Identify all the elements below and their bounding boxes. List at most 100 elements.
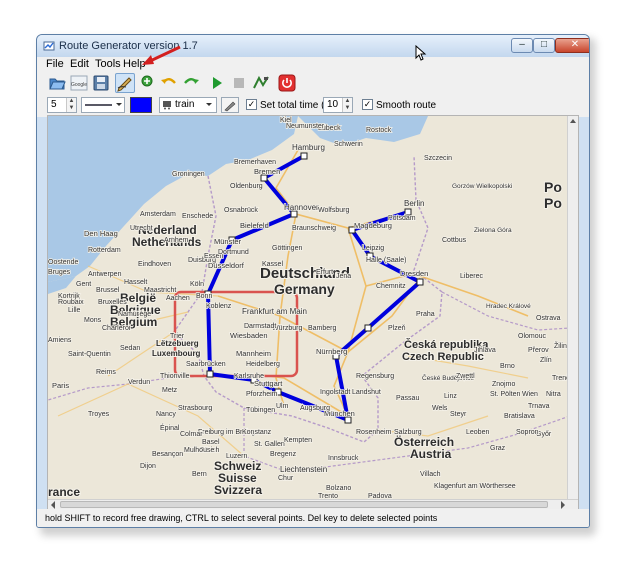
picker-icon (224, 101, 236, 112)
vertical-scrollbar[interactable] (567, 116, 578, 510)
app-window: Route Generator version 1.7 – □ ✕ File E… (36, 34, 590, 528)
map-label-villach: Villach (420, 471, 441, 478)
map-label-france: rance (48, 485, 80, 499)
map-label-colmar: Colmar (180, 431, 203, 438)
play-button[interactable] (207, 73, 227, 93)
map-label-prerov: Přerov (528, 347, 549, 354)
map-label-letzebuerg: Lëtzebuerg (156, 339, 199, 348)
map-label-szczecin: Szczecin (424, 155, 452, 162)
color-swatch-fill (131, 98, 151, 112)
set-total-time-checkbox[interactable]: ✓ (246, 99, 257, 110)
add-point-button[interactable] (137, 73, 157, 93)
map-label-saint-quentin: Saint-Quentin (68, 351, 111, 358)
map-label-magdeburg: Magdeburg (354, 221, 392, 230)
redo-button[interactable] (181, 73, 201, 93)
maximize-button[interactable]: □ (533, 38, 555, 53)
map-label-po: Po (544, 179, 562, 195)
total-time-field[interactable]: 10 ▲ ▼ (323, 97, 353, 113)
line-style-select[interactable] (81, 97, 125, 113)
map-label-czech: Czech Republic (402, 351, 484, 363)
close-button[interactable]: ✕ (555, 38, 589, 53)
line-style-icon (85, 103, 122, 106)
map-label-antwerpen: Antwerpen (88, 271, 122, 278)
color-swatch[interactable] (130, 97, 152, 113)
map-label-gorzow: Gorzów Wielkopolski (452, 183, 512, 190)
map-label-nuernberg: Nürnberg (316, 347, 347, 356)
add-point-icon (141, 75, 153, 87)
google-button[interactable]: Google (69, 73, 89, 93)
menu-file[interactable]: File (46, 58, 64, 70)
map-label-liechtenstein: Liechtenstein (280, 465, 327, 474)
map-label-bruges: Bruges (48, 269, 71, 276)
pick-tool-button[interactable] (221, 97, 239, 113)
horizontal-scroll-thumb[interactable] (60, 501, 548, 508)
line-width-field[interactable]: 5 ▲ ▼ (47, 97, 77, 113)
save-button[interactable] (91, 73, 111, 93)
map-label-rostock: Rostock (366, 127, 392, 134)
map-label-germany: Germany (274, 281, 335, 297)
map-label-aachen: Aachen (166, 295, 190, 302)
map-label-ostrava: Ostrava (536, 315, 561, 322)
total-time-spinner[interactable]: ▲ ▼ (342, 98, 352, 112)
map-label-bern: Bern (192, 471, 207, 478)
status-text: hold SHIFT to record free drawing, CTRL … (45, 513, 438, 523)
menu-tools[interactable]: Tools (95, 58, 121, 70)
map-label-zwettl: Zwettl (456, 373, 475, 380)
route-point[interactable] (364, 324, 372, 332)
map-label-pol: Po (544, 195, 562, 211)
mouse-cursor-icon (415, 45, 427, 61)
undo-button[interactable] (159, 73, 179, 93)
minimize-icon: – (519, 39, 525, 50)
map-label-svizzera: Svizzera (214, 483, 262, 497)
map-label-hradec: Hradec Králové (486, 303, 531, 310)
scroll-up-icon[interactable] (568, 116, 578, 126)
map-label-verdun: Verdun (128, 379, 150, 386)
map-label-st-polten: St. Pölten (490, 391, 520, 398)
map-label-roubaix: Roubaix (58, 299, 84, 306)
map-label-st-gallen: St. Gallen (254, 441, 285, 448)
map-label-neumunster: Neumunster (286, 123, 325, 130)
open-button[interactable] (47, 73, 67, 93)
map-label-linz: Linz (444, 393, 457, 400)
stop-button[interactable] (229, 73, 249, 93)
power-button[interactable] (277, 73, 297, 93)
map-label-hamburg: Hamburg (292, 143, 325, 152)
map-label-troyes: Troyes (88, 411, 110, 418)
minimize-button[interactable]: – (511, 38, 533, 53)
line-width-spinner[interactable]: ▲ ▼ (66, 98, 76, 112)
map-label-wels: Wels (432, 405, 448, 412)
map-label-tubingen: Tübingen (246, 407, 275, 414)
map-label-frankfurt: Frankfurt am Main (242, 307, 307, 316)
map-view[interactable]: Hamburg Bremen Hannover Berlin Münster Bielef… (47, 115, 579, 511)
route-point[interactable] (206, 370, 214, 378)
save-icon (93, 75, 109, 91)
undo-icon (161, 78, 176, 84)
map-canvas[interactable]: Hamburg Bremen Hannover Berlin Münster Bielef… (48, 116, 576, 501)
map-label-olomouc: Olomouc (518, 333, 547, 340)
menu-edit[interactable]: Edit (70, 58, 89, 70)
map-label-brussel: Brussel (96, 287, 120, 294)
map-label-bolzano: Bolzano (326, 485, 351, 492)
transport-select[interactable]: train (159, 97, 217, 113)
map-label-bratislava: Bratislava (504, 413, 535, 420)
map-label-schwerin: Schwerin (334, 141, 363, 148)
map-label-groningen: Groningen (172, 171, 205, 178)
draw-button[interactable] (115, 73, 135, 93)
transport-value: train (175, 99, 195, 110)
map-label-brno: Brno (500, 363, 515, 370)
route-point[interactable] (300, 152, 308, 160)
redo-icon (184, 78, 199, 84)
route-flag-button[interactable] (251, 73, 271, 93)
map-label-pforzheim: Pforzheim (246, 391, 278, 398)
play-icon (213, 77, 222, 89)
map-label-wolfsburg: Wolfsburg (318, 207, 349, 214)
map-label-liberec: Liberec (460, 273, 483, 280)
route-point[interactable] (416, 278, 424, 286)
map-label-potsdam: Potsdam (388, 215, 416, 222)
line-width-value: 5 (51, 99, 57, 110)
map-label-osnabruck: Osnabrück (224, 207, 258, 214)
menu-bar: File Edit Tools Help (37, 57, 589, 71)
smooth-route-checkbox[interactable]: ✓ (362, 99, 373, 110)
map-label-gent: Gent (76, 281, 91, 288)
map-label-wurzburg: Würzburg (272, 325, 302, 332)
